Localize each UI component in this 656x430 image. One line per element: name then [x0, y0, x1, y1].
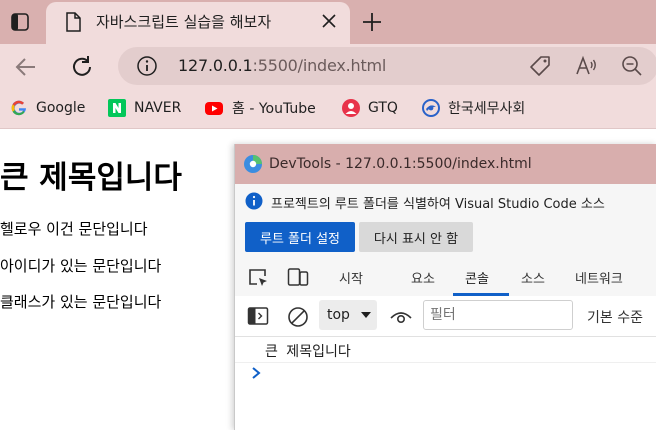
new-tab-icon[interactable] [360, 10, 384, 34]
device-emulation-icon[interactable] [287, 266, 309, 288]
info-icon [245, 192, 263, 210]
naver-icon [108, 99, 126, 117]
log-levels-dropdown[interactable]: 기본 수준 [587, 307, 643, 327]
tab-elements[interactable]: 요소 [411, 268, 435, 287]
back-icon[interactable] [12, 53, 40, 81]
set-root-folder-button[interactable]: 루트 폴더 설정 [245, 222, 355, 252]
read-aloud-icon[interactable] [574, 54, 598, 78]
bookmark-label: 홈 - YouTube [232, 101, 316, 117]
bookmark-tax-association[interactable]: 한국세무사회 [422, 96, 525, 120]
tax-association-icon [422, 99, 440, 117]
clear-console-icon[interactable] [287, 306, 309, 328]
url-text[interactable]: 127.0.0.1:5500/index.html [178, 56, 386, 75]
sidebar-toggle-icon[interactable] [10, 12, 30, 32]
paragraph: 헬로우 이건 문단입니다 [0, 220, 148, 238]
youtube-icon [205, 102, 223, 115]
close-tab-icon[interactable] [320, 12, 338, 30]
bookmark-label: Google [36, 100, 86, 116]
context-value: top [327, 307, 350, 323]
url-host: 127.0.0.1 [178, 56, 253, 75]
tab-welcome[interactable]: 시작 [339, 268, 363, 287]
bookmark-youtube[interactable]: 홈 - YouTube [204, 96, 316, 120]
bookmark-label: GTQ [368, 100, 398, 116]
show-sidebar-icon[interactable] [247, 306, 269, 326]
url-path: :5500/index.html [252, 56, 387, 75]
console-filter-input[interactable] [423, 300, 573, 330]
gtq-icon [342, 99, 360, 117]
google-icon [11, 100, 26, 116]
devtools-title: DevTools - 127.0.0.1:5500/index.html [269, 156, 532, 172]
bookmark-naver[interactable]: NAVER [108, 96, 181, 120]
live-expression-eye-icon[interactable] [389, 306, 413, 328]
tab-network[interactable]: 네트워크 [575, 268, 623, 287]
tag-icon[interactable] [528, 54, 552, 78]
paragraph-with-id: 아이디가 있는 문단입니다 [0, 257, 162, 275]
bookmark-label: 한국세무사회 [448, 101, 526, 117]
bookmark-gtq[interactable]: GTQ [342, 96, 398, 120]
page-icon [66, 12, 81, 32]
inspect-element-icon[interactable] [247, 266, 269, 288]
zoom-out-icon[interactable] [620, 54, 644, 78]
bookmarks-bar [0, 90, 656, 129]
bookmark-google[interactable]: Google [10, 96, 85, 120]
devtools-window: DevTools - 127.0.0.1:5500/index.html 프로젝… [234, 144, 656, 430]
console-message: 큰 제목입니다 [265, 344, 351, 360]
console-prompt-chevron-icon[interactable] [249, 364, 263, 382]
dont-show-again-button[interactable]: 다시 표시 안 함 [359, 222, 473, 252]
context-select[interactable]: top [319, 300, 377, 330]
tab-console[interactable]: 콘솔 [465, 268, 489, 287]
tab-title: 자바스크립트 실습을 해보자 [96, 13, 272, 31]
site-info-icon[interactable] [136, 55, 158, 77]
page-heading: 큰 제목입니다 [0, 160, 182, 196]
reload-icon[interactable] [68, 53, 96, 81]
tab-sources[interactable]: 소스 [521, 268, 545, 287]
paragraph-with-class: 클래스가 있는 문단입니다 [0, 293, 162, 311]
dropdown-arrow-icon [360, 312, 371, 318]
bookmark-label: NAVER [134, 100, 182, 116]
devtools-icon [244, 155, 262, 173]
banner-text: 프로젝트의 루트 폴더를 식별하여 Visual Studio Code 소스 [271, 197, 605, 212]
